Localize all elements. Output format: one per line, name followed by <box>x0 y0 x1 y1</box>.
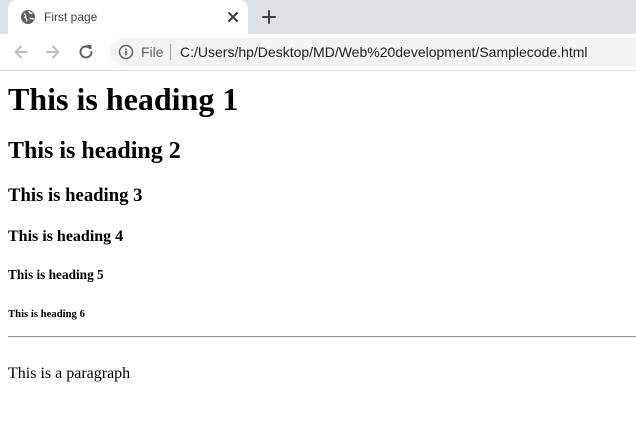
heading-5: This is heading 5 <box>8 267 104 282</box>
page-content: This is heading 1 This is heading 2 This… <box>0 71 636 439</box>
browser-toolbar: File C:/Users/hp/Desktop/MD/Web%20develo… <box>0 34 636 71</box>
url-text[interactable]: C:/Users/hp/Desktop/MD/Web%20development… <box>180 44 587 60</box>
arrow-left-icon[interactable] <box>12 43 30 61</box>
heading-2: This is heading 2 <box>8 138 181 164</box>
heading-3: This is heading 3 <box>8 185 143 206</box>
plus-icon[interactable] <box>261 9 277 25</box>
globe-icon <box>21 10 35 24</box>
close-icon[interactable] <box>225 9 241 25</box>
heading-4: This is heading 4 <box>8 228 124 245</box>
heading-6: This is heading 6 <box>8 308 85 320</box>
arrow-right-icon[interactable] <box>44 43 62 61</box>
address-bar[interactable]: File C:/Users/hp/Desktop/MD/Web%20develo… <box>110 38 636 66</box>
heading-1: This is heading 1 <box>8 81 239 117</box>
browser-tab[interactable]: First page <box>8 0 248 34</box>
paragraph: This is a paragraph <box>8 365 131 382</box>
scheme-label: File <box>141 44 164 60</box>
omnibox-divider <box>170 44 171 60</box>
horizontal-rule <box>8 336 636 338</box>
info-icon[interactable] <box>118 44 134 60</box>
tab-title: First page <box>44 10 98 24</box>
reload-icon[interactable] <box>77 43 95 61</box>
tab-strip: First page <box>0 0 636 34</box>
